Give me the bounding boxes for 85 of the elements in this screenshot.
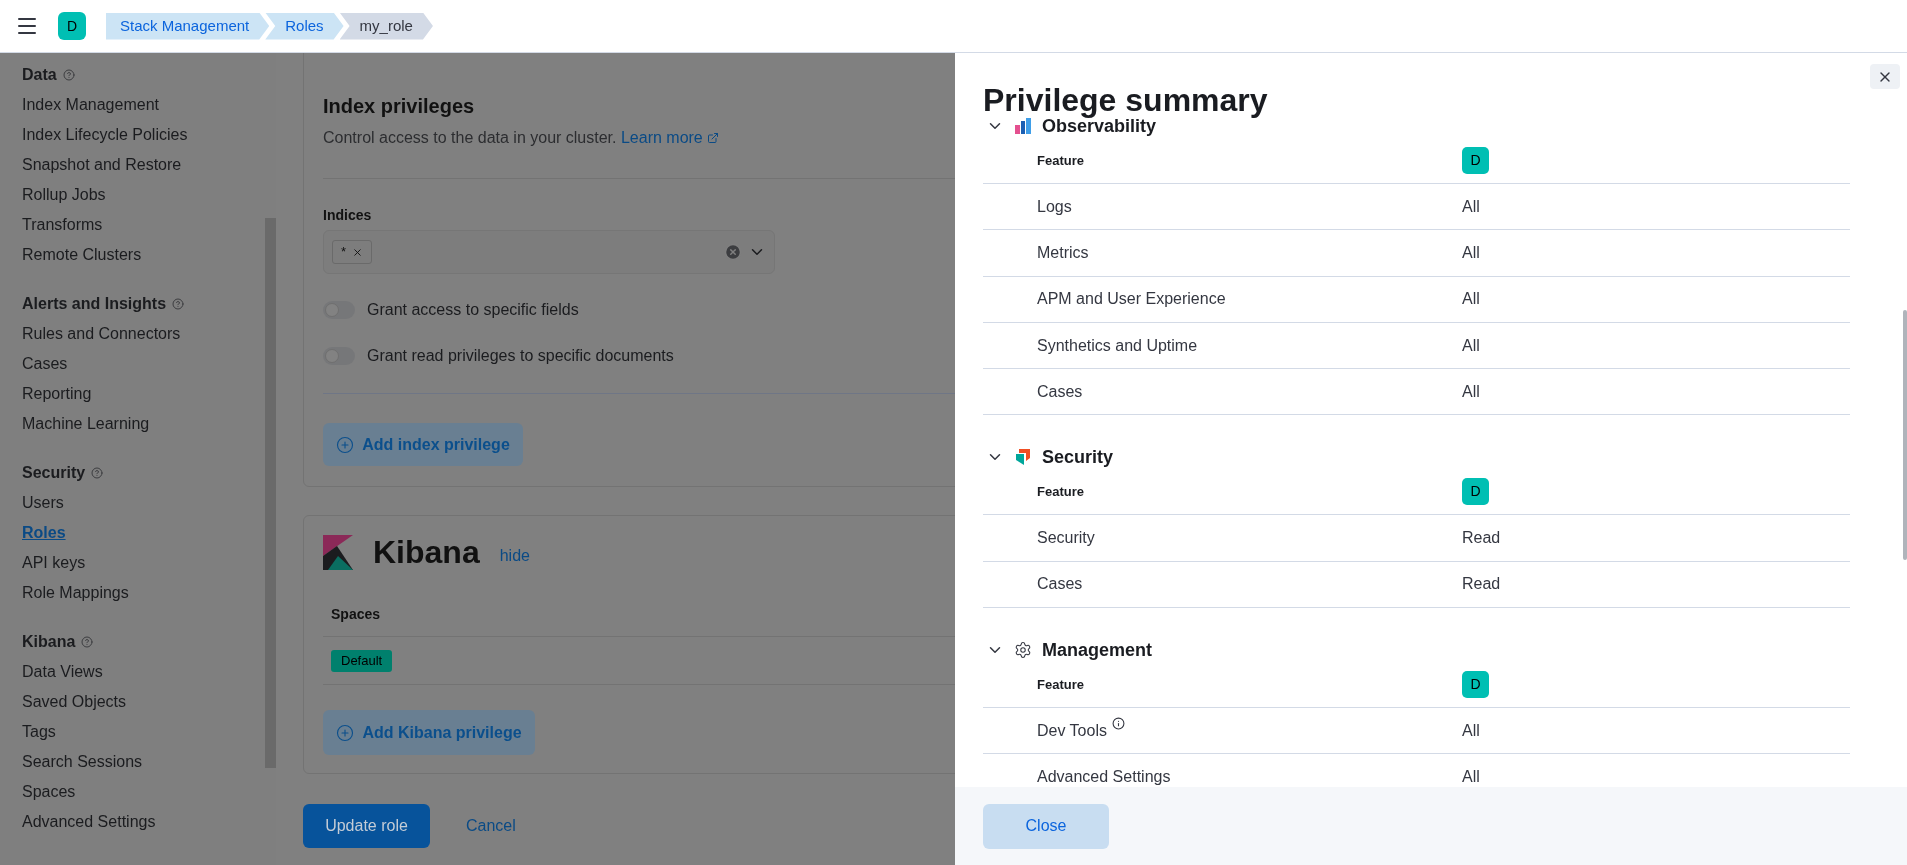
nav-item[interactable]: API keys bbox=[22, 551, 86, 575]
description: Control access to the data in your cluster. Learn more bbox=[323, 126, 955, 150]
section-title: Index privileges bbox=[323, 94, 476, 119]
help-icon bbox=[62, 68, 75, 81]
feature-name: Cases bbox=[1037, 381, 1083, 402]
privilege-value: All bbox=[1462, 767, 1480, 787]
column-header: Feature bbox=[1037, 151, 1085, 170]
category-title: Security bbox=[1042, 446, 1114, 469]
bar-chart-icon bbox=[1014, 117, 1032, 135]
nav-item[interactable]: Users bbox=[22, 491, 64, 515]
toggle-label: Grant access to specific fields bbox=[367, 300, 579, 320]
nav-item[interactable]: Spaces bbox=[22, 780, 76, 804]
column-header: Feature bbox=[1037, 483, 1085, 502]
nav-item[interactable]: Roles bbox=[22, 521, 66, 545]
nav-item[interactable]: Snapshot and Restore bbox=[22, 153, 182, 177]
kibana-title: Kibana bbox=[373, 534, 480, 570]
feature-name: Security bbox=[1037, 528, 1095, 549]
breadcrumb[interactable]: Stack Management bbox=[106, 12, 270, 40]
nav-item[interactable]: Tags bbox=[22, 720, 56, 744]
nav-item[interactable]: Rollup Jobs bbox=[22, 183, 106, 207]
feature-name: APM and User Experience bbox=[1037, 289, 1226, 310]
nav-item[interactable]: Role Mappings bbox=[22, 581, 129, 605]
nav-item[interactable]: Saved Objects bbox=[22, 690, 127, 714]
section-heading: Security bbox=[22, 462, 86, 483]
nav-item[interactable]: Reporting bbox=[22, 382, 92, 406]
breadcrumb[interactable]: Roles bbox=[265, 12, 344, 40]
privilege-value: Read bbox=[1462, 574, 1501, 595]
privilege-value: Read bbox=[1462, 528, 1501, 549]
nav-item[interactable]: Search Sessions bbox=[22, 750, 143, 774]
indices-combo-box[interactable]: * bbox=[323, 230, 775, 274]
update-role-button[interactable]: Update role bbox=[303, 804, 430, 848]
space-badge: Default bbox=[331, 649, 393, 672]
space-avatar: D bbox=[1462, 671, 1489, 699]
help-icon bbox=[172, 297, 185, 310]
nav-item[interactable]: Machine Learning bbox=[22, 412, 150, 436]
external-link-icon bbox=[706, 132, 719, 144]
feature-name: Logs bbox=[1037, 196, 1072, 217]
section-heading: Data bbox=[22, 64, 57, 85]
column-header: Spaces bbox=[331, 605, 381, 624]
nav-item[interactable]: Advanced Settings bbox=[22, 810, 156, 834]
privilege-value: All bbox=[1462, 289, 1480, 310]
scrollbar[interactable] bbox=[1903, 310, 1907, 560]
space-avatar: D bbox=[1462, 478, 1489, 506]
toggle-label: Grant read privileges to specific documents bbox=[367, 346, 674, 366]
gear-icon bbox=[1014, 641, 1032, 660]
column-header: Feature bbox=[1037, 675, 1085, 694]
nav-item[interactable]: Transforms bbox=[22, 213, 103, 237]
section-heading: Kibana bbox=[22, 631, 76, 652]
feature-name: Dev Tools bbox=[1037, 720, 1107, 741]
privilege-value: All bbox=[1462, 196, 1480, 217]
close-icon[interactable] bbox=[1870, 64, 1900, 89]
feature-name: Cases bbox=[1037, 574, 1083, 595]
plus-circle-icon bbox=[336, 723, 355, 742]
nav-item[interactable]: Rules and Connectors bbox=[22, 322, 181, 346]
cancel-button[interactable]: Cancel bbox=[446, 804, 536, 848]
close-button[interactable]: Close bbox=[983, 803, 1109, 849]
remove-icon[interactable] bbox=[352, 246, 364, 258]
kibana-logo bbox=[323, 535, 353, 570]
nav-item[interactable]: Cases bbox=[22, 352, 68, 376]
privilege-value: All bbox=[1462, 335, 1480, 356]
feature-name: Advanced Settings bbox=[1037, 767, 1171, 787]
privilege-value: All bbox=[1462, 242, 1480, 263]
hide-link[interactable]: hide bbox=[499, 544, 530, 568]
privilege-value: All bbox=[1462, 381, 1480, 402]
index-pill[interactable]: * bbox=[332, 240, 373, 264]
clear-icon[interactable] bbox=[724, 243, 742, 261]
learn-more-link[interactable]: Learn more bbox=[620, 126, 719, 150]
section-heading: Alerts and Insights bbox=[22, 293, 167, 314]
field-label: Indices bbox=[323, 206, 373, 225]
breadcrumb[interactable]: my_role bbox=[339, 12, 433, 40]
help-icon bbox=[81, 635, 94, 648]
nav-item[interactable]: Remote Clusters bbox=[22, 243, 142, 267]
feature-name: Metrics bbox=[1037, 242, 1089, 263]
avatar[interactable]: D bbox=[58, 12, 86, 40]
nav-item[interactable]: Index Management bbox=[22, 93, 159, 117]
plus-circle-icon bbox=[336, 435, 355, 454]
feature-name: Synthetics and Uptime bbox=[1037, 335, 1198, 356]
category-title: Management bbox=[1042, 638, 1153, 662]
help-icon bbox=[91, 466, 104, 479]
flyout-title: Privilege summary bbox=[983, 84, 1268, 116]
nav-item[interactable]: Data Views bbox=[22, 660, 103, 684]
nav-item[interactable]: Index Lifecycle Policies bbox=[22, 123, 188, 147]
space-avatar: D bbox=[1462, 147, 1489, 174]
shield-icon bbox=[1014, 448, 1032, 467]
privilege-value: All bbox=[1462, 720, 1480, 741]
